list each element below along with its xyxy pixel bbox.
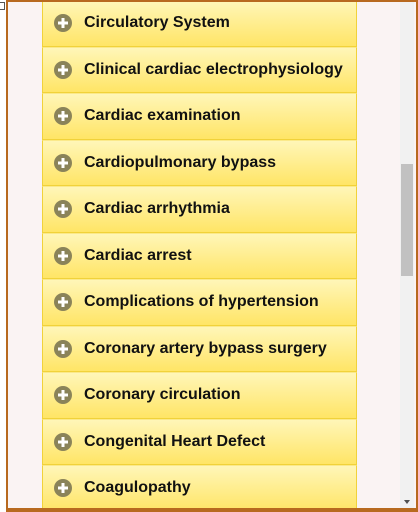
- list-item[interactable]: Cardiac arrest: [42, 232, 357, 279]
- plus-circle-icon[interactable]: [54, 14, 72, 33]
- scrollbar-thumb[interactable]: [401, 164, 413, 276]
- list-item-label: Clinical cardiac electrophysiology: [84, 60, 343, 78]
- plus-circle-icon[interactable]: [54, 479, 72, 498]
- list-item[interactable]: Congenital Heart Defect: [42, 418, 357, 465]
- list-item-label: Cardiopulmonary bypass: [84, 153, 277, 171]
- frame-bottom-border: [6, 508, 418, 512]
- plus-circle-icon[interactable]: [54, 246, 72, 265]
- list-item-label: Circulatory System: [84, 14, 230, 32]
- plus-circle-icon[interactable]: [54, 339, 72, 358]
- list-item-label: Coronary artery bypass surgery: [84, 339, 327, 357]
- list-item[interactable]: Coagulopathy: [42, 465, 357, 510]
- plus-circle-icon[interactable]: [54, 60, 72, 79]
- list-item[interactable]: Clinical cardiac electrophysiology: [42, 46, 357, 93]
- plus-circle-icon[interactable]: [54, 432, 72, 451]
- list-item[interactable]: Coronary artery bypass surgery: [42, 325, 357, 372]
- chevron-down-icon[interactable]: [404, 500, 410, 504]
- list-item[interactable]: Cardiopulmonary bypass: [42, 139, 357, 186]
- list-item[interactable]: Complications of hypertension: [42, 279, 357, 326]
- list-item-label: Coagulopathy: [84, 479, 191, 497]
- list-item[interactable]: Circulatory System: [42, 2, 357, 47]
- list-scroll-area[interactable]: Circulatory System Clinical cardiac elect…: [10, 2, 404, 510]
- list-item-label: Cardiac arrhythmia: [84, 200, 230, 218]
- plus-circle-icon[interactable]: [54, 386, 72, 405]
- list-item-label: Coronary circulation: [84, 386, 241, 404]
- list-item-label: Congenital Heart Defect: [84, 432, 266, 450]
- plus-circle-icon[interactable]: [54, 200, 72, 219]
- list-item-label: Cardiac examination: [84, 107, 241, 125]
- plus-circle-icon[interactable]: [54, 293, 72, 312]
- vertical-scrollbar[interactable]: [400, 2, 414, 510]
- plus-circle-icon[interactable]: [54, 107, 72, 126]
- list-item[interactable]: Cardiac arrhythmia: [42, 186, 357, 233]
- list-item[interactable]: Cardiac examination: [42, 93, 357, 140]
- plus-circle-icon[interactable]: [54, 153, 72, 172]
- edge-mark: [0, 2, 5, 10]
- topic-list: Circulatory System Clinical cardiac elect…: [42, 2, 357, 510]
- list-item-label: Cardiac arrest: [84, 246, 192, 264]
- window-frame: Circulatory System Clinical cardiac elect…: [6, 0, 418, 512]
- list-item[interactable]: Coronary circulation: [42, 372, 357, 419]
- list-item-label: Complications of hypertension: [84, 293, 319, 311]
